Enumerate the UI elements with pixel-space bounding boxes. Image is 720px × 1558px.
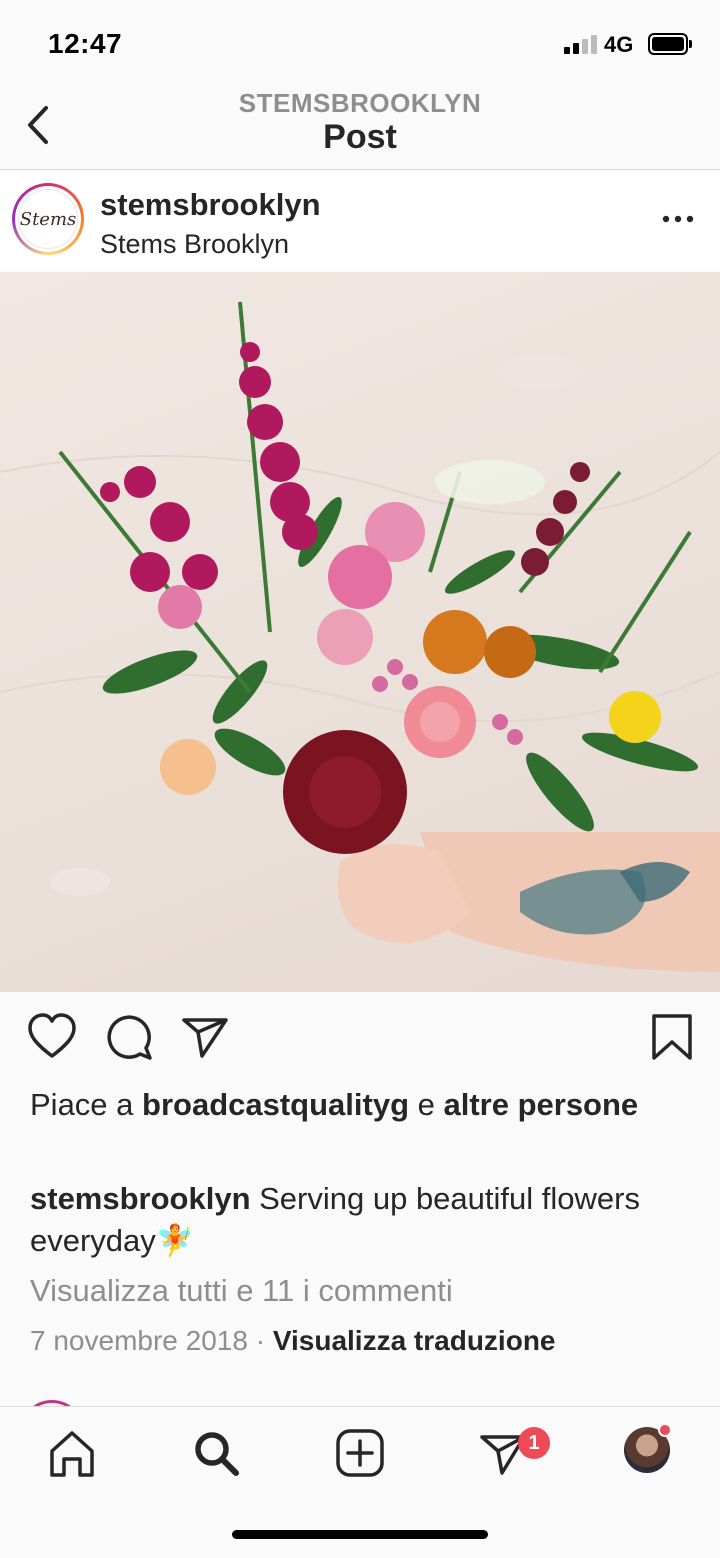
view-all-comments-link[interactable]: Visualizza tutti e 11 i commenti [30, 1273, 453, 1309]
bookmark-icon [652, 1014, 692, 1060]
search-icon [195, 1432, 239, 1476]
comment-icon [107, 1015, 152, 1060]
likes-prefix: Piace a [30, 1087, 143, 1122]
battery-icon [648, 33, 688, 55]
likes-middle: e [409, 1087, 444, 1122]
likes-summary: Piace a broadcastqualityg e altre person… [30, 1084, 690, 1126]
like-button[interactable] [26, 1010, 78, 1066]
date-separator: · [247, 1325, 273, 1356]
signal-strength-icon [564, 34, 600, 54]
post-caption: stemsbrooklyn Serving up beautiful flowe… [30, 1178, 690, 1262]
add-post-icon [336, 1429, 384, 1477]
view-translation-link[interactable]: Visualizza traduzione [273, 1325, 556, 1356]
tab-search[interactable] [188, 1425, 244, 1481]
post-photo[interactable] [0, 272, 720, 992]
home-indicator[interactable] [232, 1530, 488, 1539]
share-button[interactable] [180, 1010, 232, 1066]
post-author-avatar[interactable]: Stems [12, 183, 84, 255]
network-type: 4G [604, 32, 634, 57]
tab-new-post[interactable] [332, 1425, 388, 1481]
post-actions [0, 1010, 720, 1070]
post-date: 7 novembre 2018 [30, 1325, 248, 1356]
more-horizontal-icon [662, 215, 694, 223]
caption-username[interactable]: stemsbrooklyn [30, 1181, 251, 1216]
liker-username[interactable]: broadcastqualityg [142, 1087, 409, 1122]
fairy-emoji: 🧚 [155, 1223, 195, 1258]
post-header: Stems stemsbrooklyn Stems Brooklyn [0, 171, 720, 271]
stems-logo: Stems [18, 189, 78, 249]
page-title: Post [323, 118, 397, 156]
home-icon [50, 1431, 94, 1477]
heart-icon [28, 1013, 76, 1058]
activity-badge: 1 [518, 1427, 550, 1459]
more-options-button[interactable] [660, 207, 696, 231]
profile-notification-dot [658, 1423, 672, 1437]
battery-tip [689, 40, 692, 48]
header-subtitle: STEMSBROOKLYN [238, 88, 482, 118]
bouquet-image [0, 301, 720, 972]
comment-button[interactable] [104, 1010, 156, 1066]
post-author-username[interactable]: stemsbrooklyn [100, 187, 321, 223]
post-date-row: 7 novembre 2018 · Visualizza traduzione [30, 1325, 556, 1357]
tab-home[interactable] [44, 1425, 100, 1481]
status-time: 12:47 [48, 28, 123, 59]
save-button[interactable] [646, 1010, 698, 1066]
post-location[interactable]: Stems Brooklyn [100, 229, 289, 260]
nav-header: STEMSBROOKLYN Post [0, 84, 720, 170]
likes-others-link[interactable]: altre persone [443, 1087, 638, 1122]
status-bar: 12:47 4G [0, 0, 720, 84]
send-icon [182, 1018, 228, 1058]
